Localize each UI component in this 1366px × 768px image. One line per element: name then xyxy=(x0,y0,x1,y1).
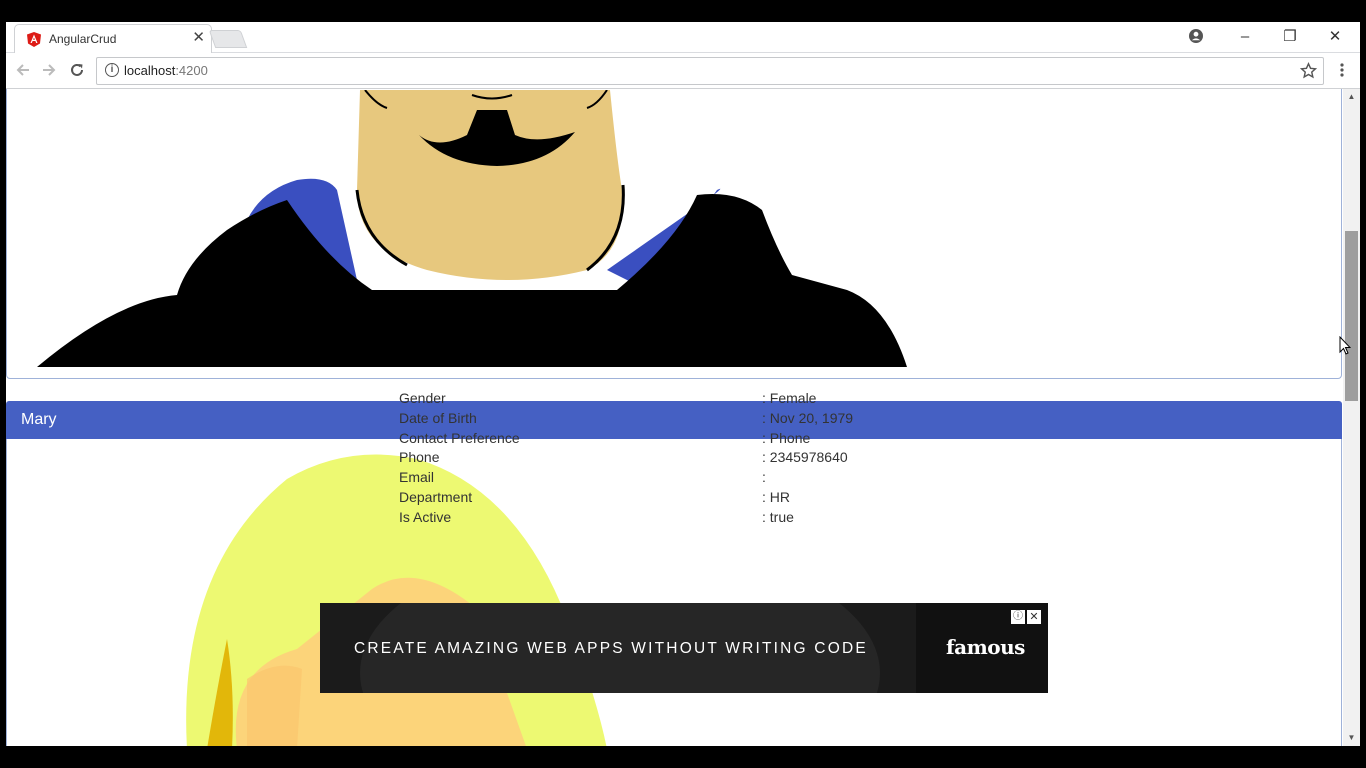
ad-close-icon[interactable]: ✕ xyxy=(1027,610,1041,624)
restore-button[interactable]: ❐ xyxy=(1275,26,1305,48)
tab-close-icon[interactable]: ✕ xyxy=(192,28,205,46)
back-icon[interactable] xyxy=(15,62,31,78)
detail-row: Phone : 2345978640 xyxy=(399,449,899,469)
page-scrollbar[interactable]: ▲ ▼ xyxy=(1343,89,1360,746)
male-avatar-image xyxy=(37,90,907,367)
detail-value: : Female xyxy=(762,390,817,406)
url-host: localhost xyxy=(124,63,176,78)
detail-label: Contact Preference xyxy=(399,429,520,446)
angular-icon xyxy=(27,32,41,47)
account-icon[interactable] xyxy=(1189,29,1203,43)
ad-info-icon[interactable]: ⓘ xyxy=(1011,610,1025,624)
minimize-button[interactable]: – xyxy=(1230,26,1260,48)
reload-icon[interactable] xyxy=(69,62,85,78)
tab-title: AngularCrud xyxy=(49,32,117,46)
tab-angularcrud[interactable]: AngularCrud ✕ xyxy=(14,24,212,53)
detail-label: Department xyxy=(399,488,473,505)
detail-row: Is Active : true xyxy=(399,509,899,529)
address-bar[interactable]: i localhost:4200 xyxy=(96,57,1324,85)
detail-row: Gender : Female xyxy=(399,390,899,410)
ad-brand: famous xyxy=(946,635,1025,659)
scroll-up-arrow-icon[interactable]: ▲ xyxy=(1343,89,1360,105)
url-text[interactable]: localhost:4200 xyxy=(124,63,208,78)
detail-label: Email xyxy=(399,469,435,486)
ad-headline: CREATE AMAZING WEB APPS WITHOUT WRITING … xyxy=(354,640,868,657)
browser-toolbar: i localhost:4200 xyxy=(6,53,1360,89)
mouse-cursor-icon xyxy=(1339,336,1351,355)
forward-icon[interactable] xyxy=(41,62,57,78)
detail-value: : HR xyxy=(762,488,790,505)
detail-value: : Phone xyxy=(762,429,811,446)
close-window-button[interactable]: ✕ xyxy=(1320,26,1350,48)
info-icon[interactable]: i xyxy=(105,63,119,77)
employee-name: Mary xyxy=(21,411,57,428)
detail-value: : Nov 20, 1979 xyxy=(762,409,854,426)
tab-strip: AngularCrud ✕ – ❐ ✕ xyxy=(6,22,1360,53)
detail-label: Date of Birth xyxy=(399,409,477,426)
detail-label: Phone xyxy=(399,449,440,466)
menu-icon[interactable] xyxy=(1340,63,1344,77)
detail-label: Is Active xyxy=(399,508,452,525)
detail-row: Department : HR xyxy=(399,489,899,509)
scrollbar-thumb[interactable] xyxy=(1345,231,1358,401)
detail-value: : true xyxy=(762,508,794,525)
detail-row: Email: xyxy=(399,469,899,489)
scroll-down-arrow-icon[interactable]: ▼ xyxy=(1343,730,1360,746)
url-port: :4200 xyxy=(175,63,208,78)
new-tab-button[interactable] xyxy=(208,30,248,48)
employee-card-previous xyxy=(6,89,1342,379)
detail-value: : 2345978640 xyxy=(762,449,848,466)
star-icon[interactable] xyxy=(1300,62,1317,79)
detail-label: Gender xyxy=(399,390,446,406)
detail-row: Date of Birth : Nov 20, 1979 xyxy=(399,410,899,430)
detail-value: : xyxy=(762,469,766,486)
detail-row: Contact Preference : Phone xyxy=(399,430,899,450)
employee-details: Gender : Female Date of Birth : Nov 20, 197… xyxy=(399,390,899,529)
ad-banner[interactable]: CREATE AMAZING WEB APPS WITHOUT WRITING … xyxy=(320,603,1048,693)
